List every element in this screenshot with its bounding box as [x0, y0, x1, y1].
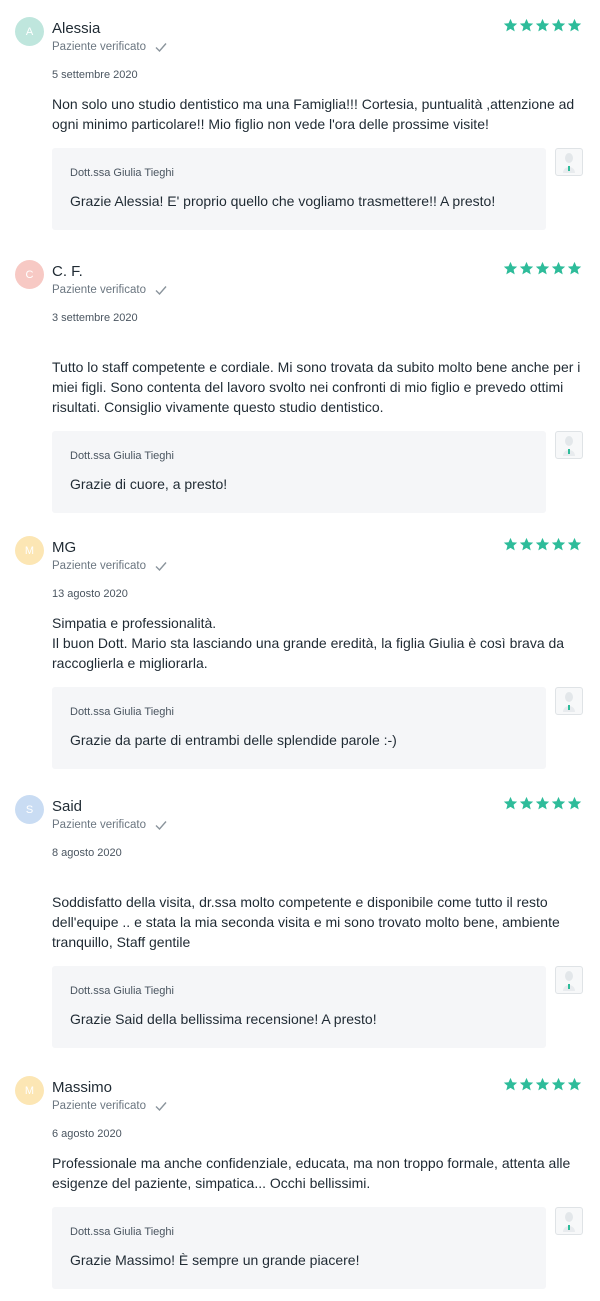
verified-text: Paziente verificato [52, 1100, 146, 1112]
verified-text: Paziente verificato [52, 41, 146, 53]
verified-label: Paziente verificato [52, 40, 168, 54]
star-icon [535, 1077, 550, 1091]
check-icon [155, 1102, 167, 1112]
star-icon [567, 18, 582, 32]
doctor-avatar [555, 1207, 583, 1235]
star-icon [567, 537, 582, 551]
check-icon [155, 43, 167, 53]
star-icon [567, 261, 582, 275]
review-text: Soddisfatto della visita, dr.ssa molto c… [52, 894, 560, 950]
check-icon [155, 562, 167, 572]
avatar: C [15, 260, 44, 289]
avatar: S [15, 795, 44, 824]
star-icon [567, 796, 582, 810]
reply-text: Grazie di cuore, a presto! [70, 476, 228, 492]
reviewer-name: Massimo [52, 1079, 113, 1096]
reply-author: Dott.ssa Giulia Tieghi [70, 985, 174, 997]
doctor-silhouette-icon [563, 692, 575, 712]
star-icon [535, 18, 550, 32]
doctor-reply: Dott.ssa Giulia Tieghi Grazie da parte d… [52, 687, 546, 769]
check-icon [155, 286, 167, 296]
reply-text: Grazie Alessia! E' proprio quello che vo… [70, 193, 496, 209]
star-icon [503, 1077, 518, 1091]
reply-text: Grazie da parte di entrambi delle splend… [70, 732, 397, 748]
rating-stars [503, 18, 582, 33]
doctor-reply: Dott.ssa Giulia Tieghi Grazie Alessia! E… [52, 148, 546, 230]
verified-text: Paziente verificato [52, 819, 146, 831]
review-date: 6 agosto 2020 [52, 1128, 122, 1140]
star-icon [551, 18, 566, 32]
doctor-silhouette-icon [563, 1212, 575, 1232]
doctor-avatar [555, 431, 583, 459]
review-text: Professionale ma anche confidenziale, ed… [52, 1155, 571, 1191]
star-icon [551, 796, 566, 810]
avatar: M [15, 536, 44, 565]
reply-text: Grazie Said della bellissima recensione!… [70, 1011, 377, 1027]
reviewer-name: MG [52, 539, 77, 556]
rating-stars [503, 261, 582, 276]
doctor-reply: Dott.ssa Giulia Tieghi Grazie Massimo! È… [52, 1207, 546, 1289]
review-text: Tutto lo staff competente e cordiale. Mi… [52, 359, 581, 415]
star-icon [503, 796, 518, 810]
verified-text: Paziente verificato [52, 284, 146, 296]
verified-label: Paziente verificato [52, 283, 168, 297]
doctor-reply: Dott.ssa Giulia Tieghi Grazie di cuore, … [52, 431, 546, 513]
star-icon [551, 537, 566, 551]
reply-author: Dott.ssa Giulia Tieghi [70, 706, 174, 718]
star-icon [519, 261, 534, 275]
review-date: 8 agosto 2020 [52, 847, 122, 859]
doctor-silhouette-icon [563, 153, 575, 173]
review-date: 13 agosto 2020 [52, 588, 128, 600]
star-icon [503, 537, 518, 551]
star-icon [535, 261, 550, 275]
check-icon [155, 821, 167, 831]
star-icon [503, 18, 518, 32]
verified-text: Paziente verificato [52, 560, 146, 572]
rating-stars [503, 796, 582, 811]
reply-text: Grazie Massimo! È sempre un grande piace… [70, 1252, 360, 1268]
star-icon [567, 1077, 582, 1091]
star-icon [503, 261, 518, 275]
reply-author: Dott.ssa Giulia Tieghi [70, 450, 174, 462]
star-icon [551, 261, 566, 275]
star-icon [519, 796, 534, 810]
rating-stars [503, 537, 582, 552]
star-icon [519, 1077, 534, 1091]
reviewer-name: Said [52, 798, 83, 815]
star-icon [535, 796, 550, 810]
doctor-silhouette-icon [563, 436, 575, 456]
avatar: M [15, 1076, 44, 1105]
review-date: 3 settembre 2020 [52, 312, 138, 324]
avatar: A [15, 17, 44, 46]
review-text: Non solo uno studio dentistico ma una Fa… [52, 96, 575, 132]
star-icon [551, 1077, 566, 1091]
reply-author: Dott.ssa Giulia Tieghi [70, 167, 174, 179]
verified-label: Paziente verificato [52, 559, 168, 573]
doctor-silhouette-icon [563, 971, 575, 991]
doctor-avatar [555, 687, 583, 715]
doctor-reply: Dott.ssa Giulia Tieghi Grazie Said della… [52, 966, 546, 1048]
review-date: 5 settembre 2020 [52, 69, 138, 81]
verified-label: Paziente verificato [52, 1099, 168, 1113]
reply-author: Dott.ssa Giulia Tieghi [70, 1226, 174, 1238]
reviewer-name: Alessia [52, 20, 101, 37]
verified-label: Paziente verificato [52, 818, 168, 832]
star-icon [535, 537, 550, 551]
doctor-avatar [555, 148, 583, 176]
star-icon [519, 18, 534, 32]
star-icon [519, 537, 534, 551]
doctor-avatar [555, 966, 583, 994]
rating-stars [503, 1077, 582, 1092]
reviewer-name: C. F. [52, 263, 83, 280]
review-text: Simpatia e professionalità. Il buon Dott… [52, 615, 565, 671]
